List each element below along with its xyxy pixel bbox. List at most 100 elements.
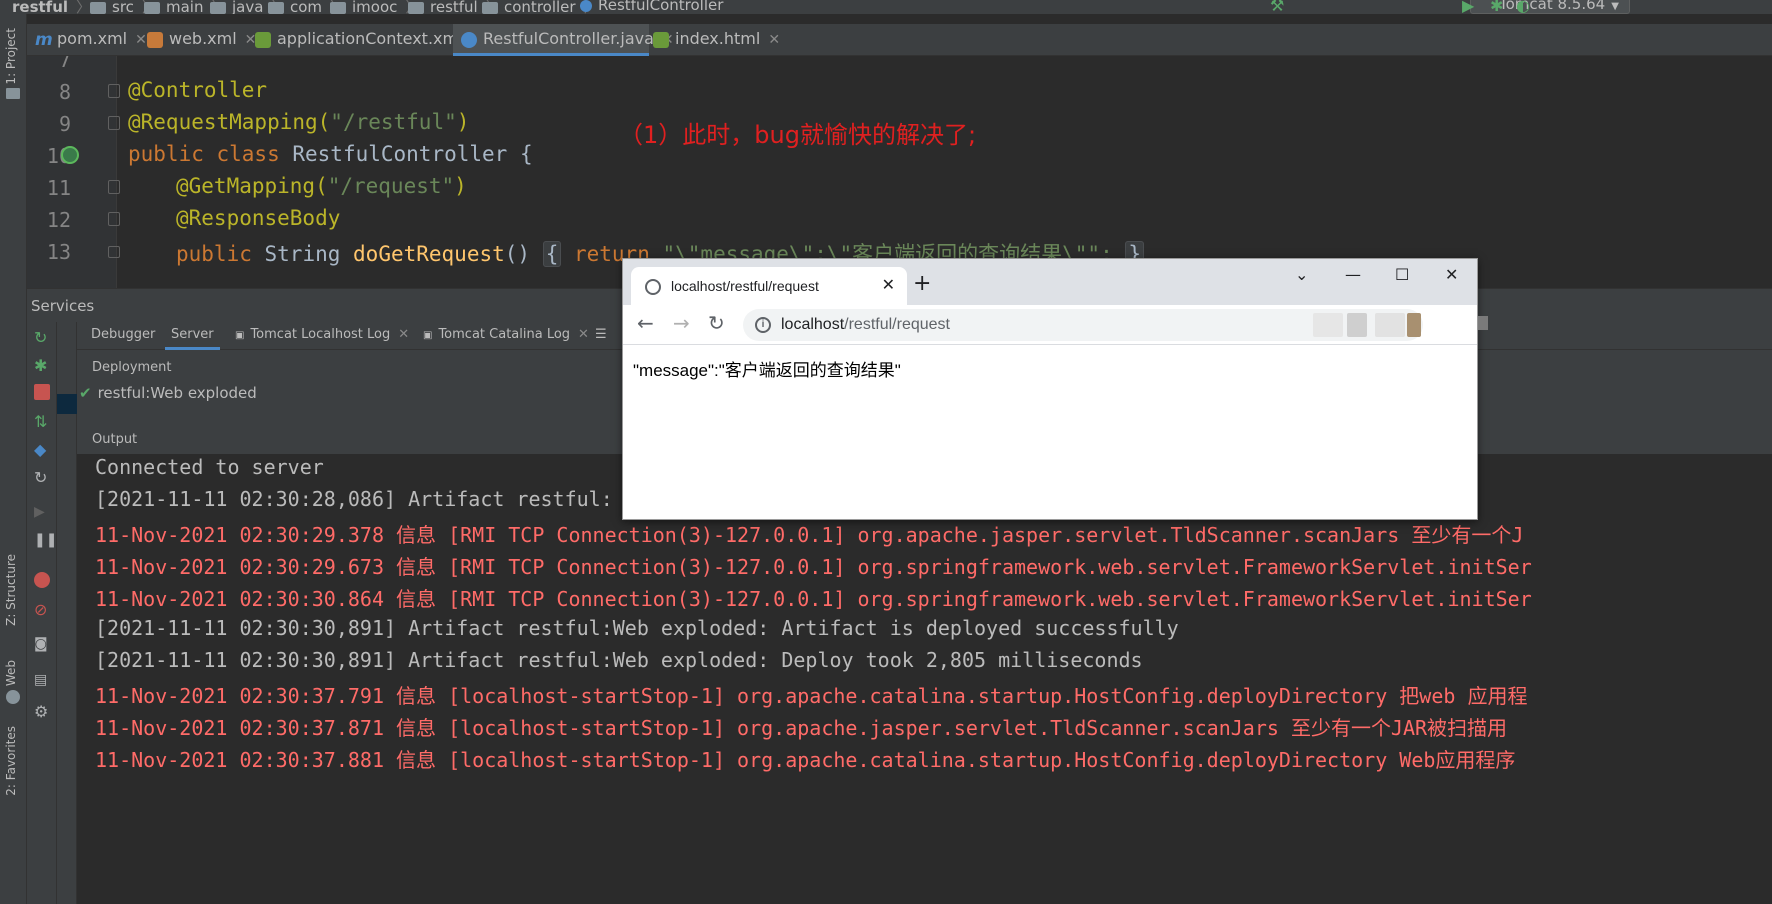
close-icon[interactable]: ✕ <box>768 32 780 48</box>
debug-icon[interactable]: ✱ <box>34 356 50 375</box>
services-toolbar: ↻ ✱ ⇅ ◆ ↻ ▶ ❚❚ ⊘ ◙ ▤ ⚙ <box>27 322 57 904</box>
browser-tab[interactable]: localhost/restful/request ✕ <box>631 267 907 305</box>
fold-marker[interactable] <box>108 246 120 258</box>
console-line: 11-Nov-2021 02:30:30.864 信息 [RMI TCP Con… <box>95 587 1532 611</box>
tab-menu-icon[interactable]: ☰ <box>595 322 607 350</box>
html-icon <box>653 32 669 48</box>
line-gutter: 7 8 9 10 11 12 13 <box>27 56 117 288</box>
folder-icon <box>144 1 160 14</box>
tree-selection <box>57 394 77 414</box>
debug-icon[interactable]: ✱ <box>1490 0 1506 14</box>
web-icon <box>6 690 20 704</box>
console-line: Connected to server <box>95 455 324 479</box>
artifacts-icon[interactable]: ◆ <box>34 440 50 459</box>
java-class-icon <box>580 0 592 12</box>
line-number: 13 <box>46 240 71 264</box>
structure-tool-button[interactable]: Z: Structure <box>4 554 18 626</box>
json-response-text: "message":"客户端返回的查询结果" <box>633 361 901 380</box>
breadcrumb-item-imooc[interactable]: imooc〉 <box>330 0 420 14</box>
layout-icon[interactable]: ▤ <box>34 672 50 688</box>
maximize-icon[interactable]: ☐ <box>1395 265 1409 284</box>
code-editor[interactable]: 7 8 9 10 11 12 13 @Controller @RequestMa… <box>27 56 1772 288</box>
breadcrumb-item-project[interactable]: restful 〉 <box>12 0 91 14</box>
reload-icon[interactable]: ↻ <box>708 311 725 335</box>
folder-icon <box>6 88 20 99</box>
run-icon[interactable]: ▶ <box>1462 0 1478 14</box>
deploy-icon[interactable]: ⇅ <box>34 412 50 431</box>
favorites-tool-button[interactable]: 2: Favorites <box>4 726 18 796</box>
breadcrumb: restful〉 src〉 main〉 java〉 com〉 imooc〉 re… <box>0 0 1772 14</box>
tab-web-xml[interactable]: web.xml ✕ <box>139 24 256 56</box>
line-number: 11 <box>46 176 71 200</box>
code-line-10: public class RestfulController { <box>128 142 533 166</box>
browser-page-content: "message":"客户端返回的查询结果" <box>623 346 1477 519</box>
code-line-11: @GetMapping("/request") <box>176 174 467 198</box>
java-class-icon <box>461 32 477 48</box>
tab-pom-xml[interactable]: m pom.xml ✕ <box>27 24 147 56</box>
stop-icon[interactable] <box>34 384 50 400</box>
new-tab-button[interactable]: + <box>913 271 931 297</box>
resume-icon[interactable]: ▶ <box>34 504 50 520</box>
folder-icon <box>268 1 284 14</box>
services-title: Services <box>31 297 95 315</box>
tab-server[interactable]: Server <box>165 322 220 350</box>
browser-toolbar: ← → ↻ i localhost/restful/request <box>623 305 1477 345</box>
refresh-icon[interactable]: ↻ <box>34 468 50 487</box>
close-tab-icon[interactable]: ✕ <box>882 267 895 305</box>
blurred-extension-icon <box>1478 316 1488 330</box>
site-info-icon[interactable]: i <box>755 317 771 333</box>
build-hammer-icon[interactable]: ⚒ <box>1270 0 1286 14</box>
back-icon[interactable]: ← <box>637 311 654 335</box>
project-tool-button[interactable]: 1: Project <box>4 28 18 85</box>
console-line: 11-Nov-2021 02:30:37.791 信息 [localhost-s… <box>95 684 1528 708</box>
line-number: 12 <box>46 208 71 232</box>
tab-application-context-xml[interactable]: applicationContext.xml✕ <box>247 24 482 56</box>
tab-search-chevron-icon[interactable]: ⌄ <box>1295 265 1308 284</box>
code-line-8: @Controller <box>128 78 268 102</box>
console-line: [2021-11-11 02:30:28,086] Artifact restf… <box>95 487 613 511</box>
tab-index-html[interactable]: index.html ✕ <box>645 24 785 56</box>
folder-icon <box>482 1 498 14</box>
breakpoints-icon[interactable] <box>34 572 50 588</box>
minimize-icon[interactable]: — <box>1345 265 1361 284</box>
close-window-icon[interactable]: ✕ <box>1445 265 1458 284</box>
left-tool-strip: 1: Project Z: Structure Web 2: Favorites <box>0 14 27 904</box>
code-line-12: @ResponseBody <box>176 206 341 230</box>
log-icon: ▣ <box>235 330 245 341</box>
log-icon: ▣ <box>423 330 433 341</box>
red-annotation-text: （1）此时，bug就愉快的解决了; <box>619 121 977 149</box>
tab-debugger[interactable]: Debugger <box>91 322 155 350</box>
pause-icon[interactable]: ❚❚ <box>34 532 57 548</box>
rerun-icon[interactable]: ↻ <box>34 328 50 347</box>
code-line-9: @RequestMapping("/restful") <box>128 110 470 134</box>
forward-icon[interactable]: → <box>673 311 690 335</box>
breadcrumb-item-class[interactable]: RestfulController <box>580 0 723 14</box>
chevron-down-icon: ▼ <box>1611 1 1619 12</box>
fold-marker[interactable] <box>108 212 120 226</box>
blurred-extension-icon <box>1313 313 1343 337</box>
coverage-icon[interactable]: ◐ <box>1516 0 1532 14</box>
fold-marker[interactable] <box>108 180 120 194</box>
folder-icon <box>90 1 106 14</box>
services-tree[interactable] <box>57 322 77 904</box>
console-output[interactable]: Connected to server [2021-11-11 02:30:28… <box>77 454 1772 904</box>
gear-icon[interactable]: ⚙ <box>34 702 50 721</box>
tab-tomcat-catalina-log[interactable]: ▣ Tomcat Catalina Log ✕ <box>423 322 589 350</box>
close-icon[interactable]: ✕ <box>578 327 589 342</box>
line-number: 9 <box>58 112 71 136</box>
line-number: 7 <box>58 56 71 72</box>
close-icon[interactable]: ✕ <box>398 327 409 342</box>
maven-icon: m <box>35 30 53 50</box>
spring-bean-gutter-icon[interactable] <box>61 146 79 164</box>
fold-marker[interactable] <box>108 84 120 98</box>
camera-icon[interactable]: ◙ <box>34 636 50 652</box>
console-line: 11-Nov-2021 02:30:29.378 信息 [RMI TCP Con… <box>95 523 1524 547</box>
output-label: Output <box>92 432 138 447</box>
mute-breakpoints-icon[interactable]: ⊘ <box>34 600 50 619</box>
deployment-item[interactable]: ✔ restful:Web exploded <box>79 384 257 402</box>
tab-restful-controller-java[interactable]: RestfulController.java✕ <box>453 24 674 56</box>
tab-tomcat-localhost-log[interactable]: ▣ Tomcat Localhost Log ✕ <box>235 322 409 350</box>
web-tool-button[interactable]: Web <box>4 660 18 686</box>
fold-marker[interactable] <box>108 116 120 130</box>
folder-icon <box>408 1 424 14</box>
